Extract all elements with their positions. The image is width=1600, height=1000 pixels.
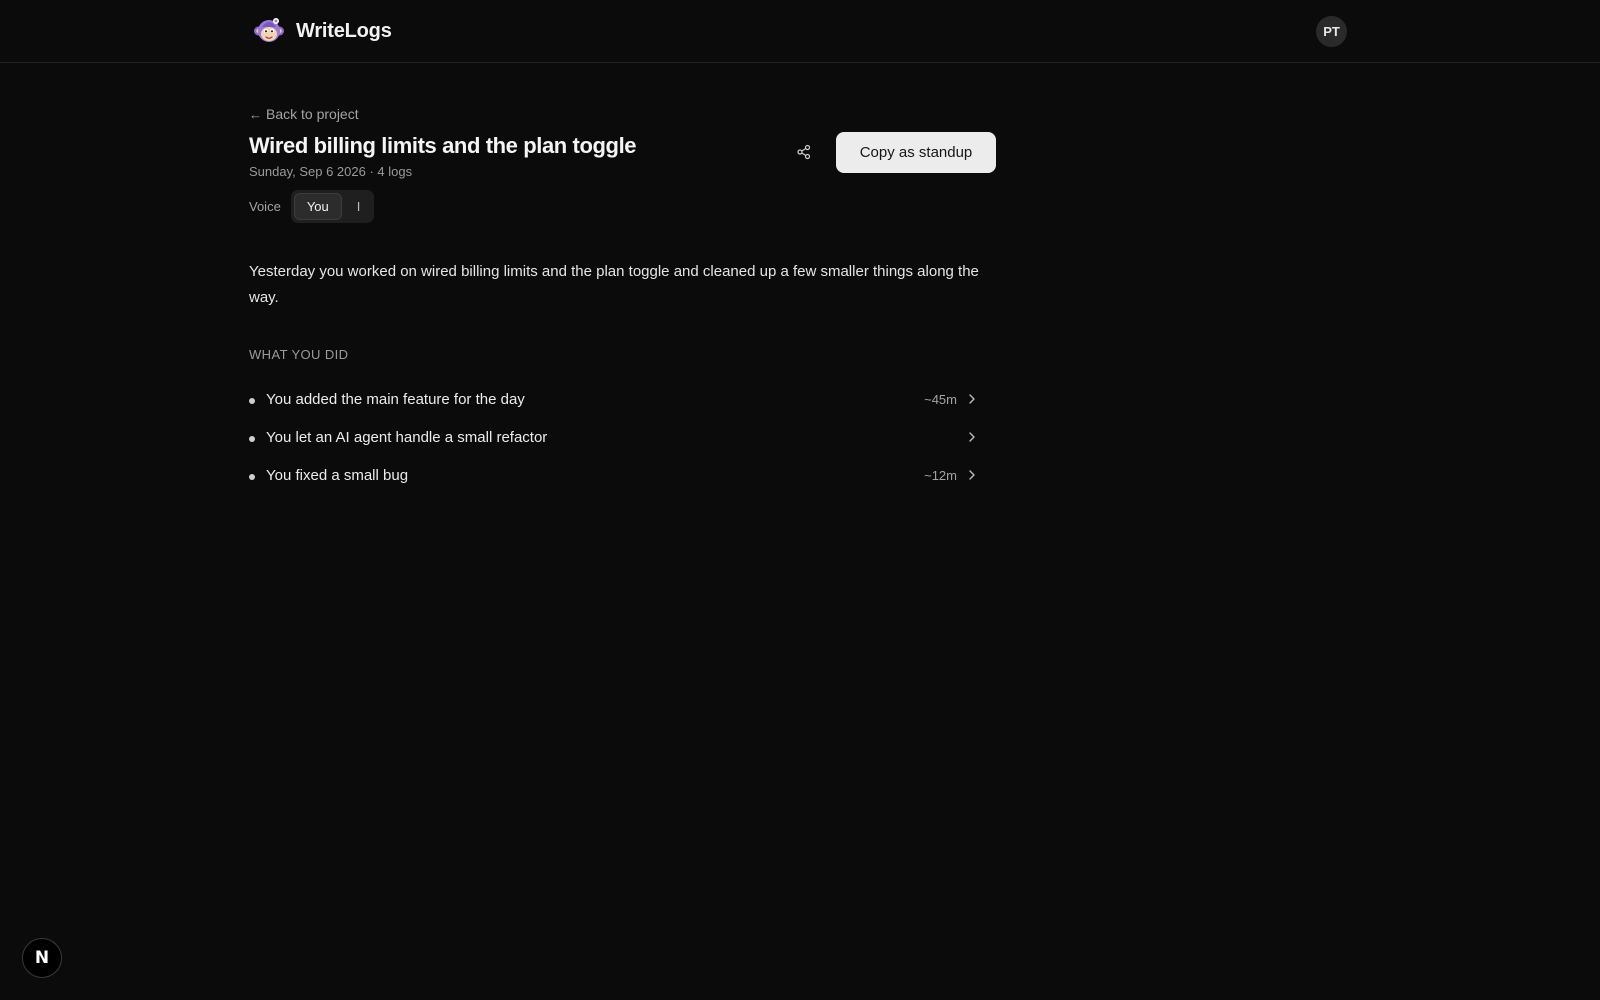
user-avatar[interactable]: PT <box>1316 16 1347 47</box>
copy-as-standup-button[interactable]: Copy as standup <box>836 132 996 173</box>
activity-item-text: You let an AI agent handle a small refac… <box>266 428 548 446</box>
title-row: Wired billing limits and the plan toggle… <box>249 132 997 179</box>
share-button[interactable] <box>792 140 816 164</box>
voice-toggle: You I <box>290 190 375 223</box>
activity-item-text: You fixed a small bug <box>266 466 409 484</box>
monkey-mascot-icon <box>254 18 284 42</box>
activity-duration: ~45m <box>924 391 957 407</box>
share-icon <box>797 144 811 160</box>
voice-label: Voice <box>249 199 281 214</box>
activity-item[interactable]: You let an AI agent handle a small refac… <box>249 418 979 456</box>
page-meta: Sunday, Sep 6 2026 · 4 logs <box>249 164 413 179</box>
bullet-icon <box>249 398 255 404</box>
chevron-right-icon <box>969 470 975 480</box>
arrow-left-icon: ← <box>249 106 262 122</box>
top-nav: WriteLogs PT <box>0 0 1600 63</box>
activity-item-meta <box>957 418 979 456</box>
activity-duration: ~12m <box>924 467 957 483</box>
voice-selector: Voice You I <box>249 190 997 223</box>
back-link-label: Back to project <box>266 106 359 122</box>
nextjs-devtools-button[interactable]: N <box>22 938 62 978</box>
voice-option-i[interactable]: I <box>346 193 372 220</box>
activity-item-meta: ~45m <box>924 380 979 418</box>
brand-home-link[interactable]: WriteLogs <box>252 14 392 48</box>
nextjs-devtools-icon: N <box>34 948 50 968</box>
summary-text: Yesterday you worked on wired billing li… <box>249 263 979 306</box>
page-title: Wired billing limits and the plan toggle <box>249 133 637 158</box>
activity-list: You added the main feature for the day ~… <box>249 380 979 494</box>
activity-item-meta: ~12m <box>924 456 979 494</box>
activity-item[interactable]: You added the main feature for the day ~… <box>249 380 979 418</box>
back-to-project-link[interactable]: ← Back to project <box>249 104 359 124</box>
section-heading: WHAT YOU DID <box>249 347 349 362</box>
log-detail: ← Back to project Wired billing limits a… <box>249 104 997 494</box>
bullet-icon <box>249 474 255 480</box>
activity-item-text: You added the main feature for the day <box>266 390 525 408</box>
chevron-right-icon <box>969 394 975 404</box>
activity-item[interactable]: You fixed a small bug ~12m <box>249 456 979 494</box>
brand-name: WriteLogs <box>296 19 392 42</box>
chevron-right-icon <box>969 432 975 442</box>
voice-option-you[interactable]: You <box>293 193 342 220</box>
bullet-icon <box>249 436 255 442</box>
